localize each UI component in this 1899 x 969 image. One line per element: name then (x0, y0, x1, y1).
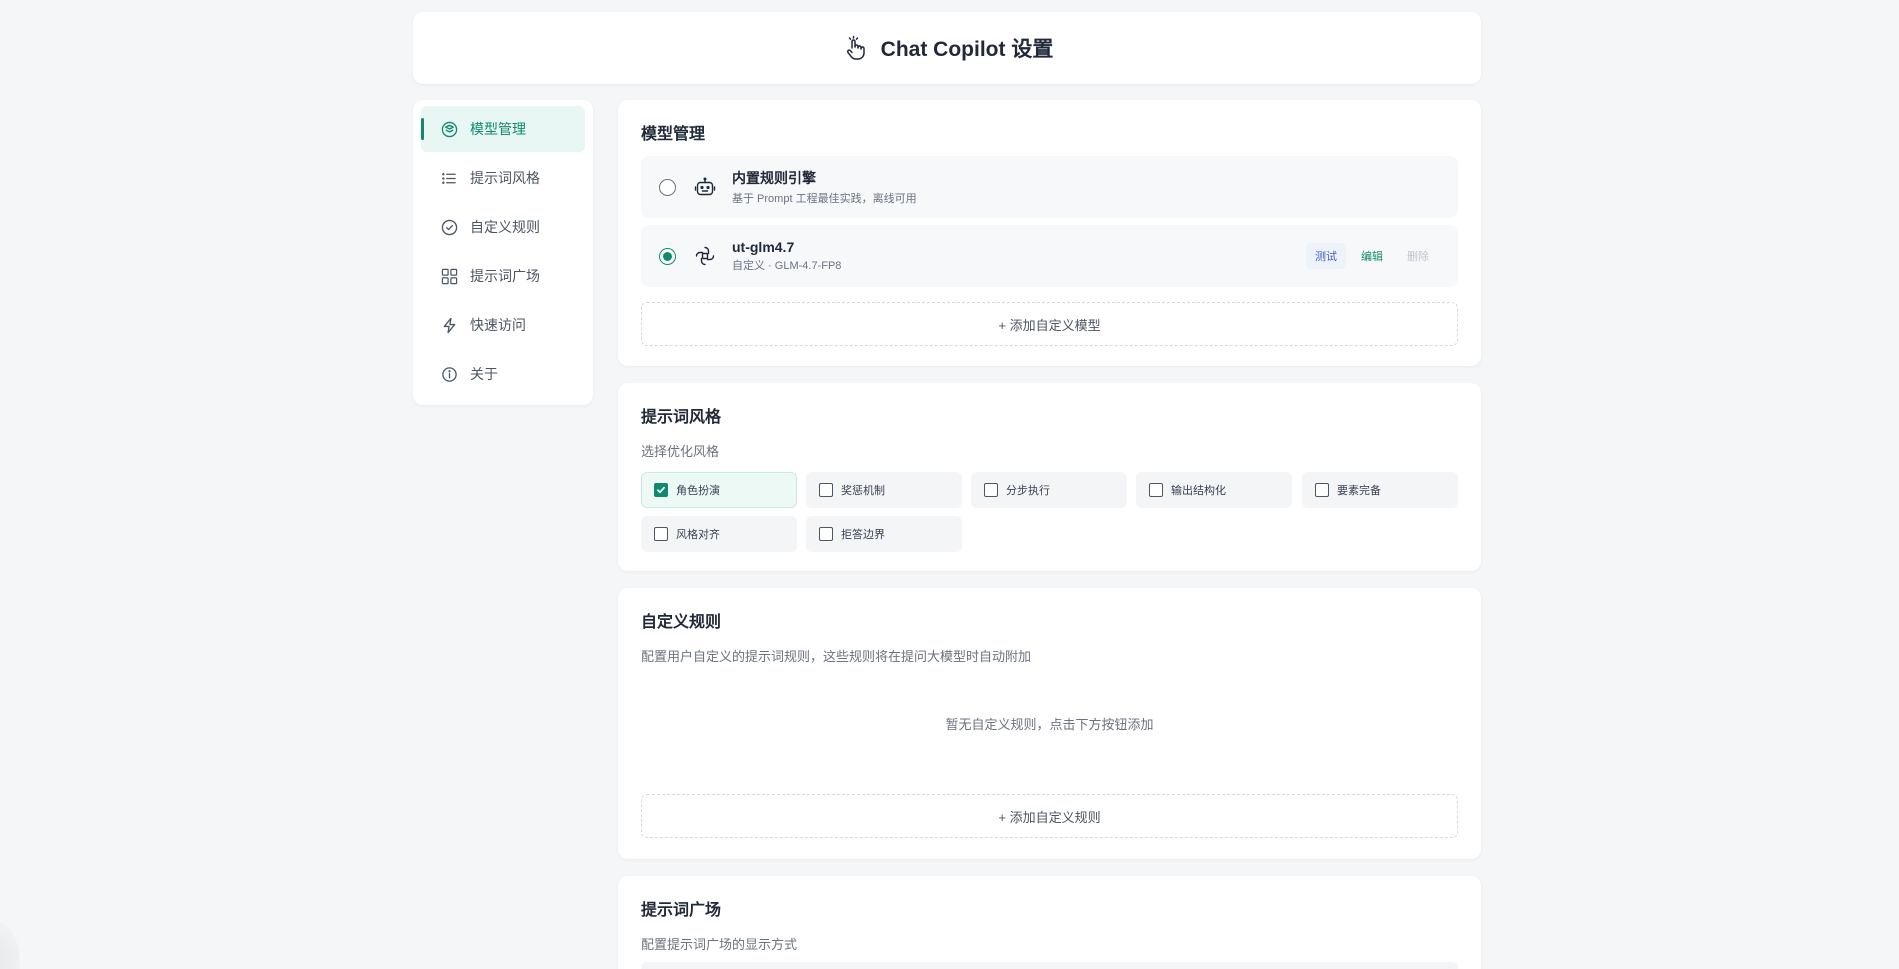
checkbox[interactable] (819, 527, 833, 541)
sidebar-item-quick-access[interactable]: 快速访问 (421, 302, 585, 348)
style-option-step-by-step[interactable]: 分步执行 (971, 472, 1127, 508)
checkbox[interactable] (984, 483, 998, 497)
model-management-section: 模型管理 内置规则引擎 基于 Prompt 工程最佳实践，离线可用 ut-glm… (618, 100, 1481, 366)
info-icon (442, 366, 457, 382)
style-option-label: 分步执行 (1006, 485, 1050, 497)
style-option-label: 输出结构化 (1171, 485, 1226, 497)
style-option-role-play[interactable]: 角色扮演 (641, 472, 797, 508)
style-option-complete-elements[interactable]: 要素完备 (1302, 472, 1458, 508)
style-option-label: 拒答边界 (841, 529, 885, 541)
check-circle-icon (441, 219, 458, 235)
model-radio[interactable] (659, 178, 676, 196)
list-icon (442, 172, 456, 184)
style-option-label: 奖惩机制 (841, 485, 885, 497)
corner-shadow (0, 920, 20, 969)
section-title: 提示词风格 (641, 409, 722, 426)
style-option-style-alignment[interactable]: 风格对齐 (641, 516, 797, 552)
style-option-reward-penalty[interactable]: 奖惩机制 (806, 472, 962, 508)
page-title: Chat Copilot 设置 (880, 38, 1054, 61)
tap-hand-icon (841, 34, 869, 62)
add-custom-rule-button[interactable]: + 添加自定义规则 (641, 794, 1458, 838)
sidebar-item-custom-rules[interactable]: 自定义规则 (421, 204, 585, 250)
sidebar-item-label: 提示词广场 (470, 268, 540, 284)
checkbox[interactable] (654, 527, 668, 541)
checkbox[interactable] (819, 483, 833, 497)
checkbox[interactable] (1149, 483, 1163, 497)
model-subtitle: 基于 Prompt 工程最佳实践，离线可用 (732, 193, 917, 205)
sidebar-item-prompt-square[interactable]: 提示词广场 (421, 253, 585, 299)
test-model-button[interactable]: 测试 (1306, 243, 1346, 269)
model-name: 内置规则引擎 (732, 170, 816, 186)
model-row-custom[interactable]: ut-glm4.7 自定义 · GLM-4.7-FP8 测试 编辑 删除 (641, 225, 1458, 287)
sidebar-item-label: 自定义规则 (470, 219, 540, 235)
checkbox[interactable] (654, 483, 668, 497)
section-description: 配置用户自定义的提示词规则，这些规则将在提问大模型时自动附加 (641, 649, 1032, 664)
model-name: ut-glm4.7 (732, 239, 795, 255)
model-subtitle: 自定义 · GLM-4.7-FP8 (732, 260, 842, 272)
prompt-style-section: 提示词风格 选择优化风格 角色扮演 奖惩机制 分步执行 输出结构化 要素完备 风… (618, 383, 1481, 571)
delete-model-button[interactable]: 删除 (1398, 243, 1438, 269)
sidebar-item-label: 模型管理 (470, 121, 526, 137)
settings-sidebar: 模型管理 提示词风格 自定义规则 提示词广场 快速访问 关于 (413, 100, 593, 405)
custom-rules-section: 自定义规则 配置用户自定义的提示词规则，这些规则将在提问大模型时自动附加 暂无自… (618, 588, 1481, 859)
model-radio[interactable] (659, 247, 676, 265)
style-option-label: 要素完备 (1337, 485, 1381, 497)
sidebar-item-label: 关于 (470, 366, 498, 382)
section-title: 提示词广场 (641, 902, 722, 919)
page-header: Chat Copilot 设置 (413, 12, 1481, 84)
section-title: 模型管理 (641, 126, 706, 143)
display-mode-option[interactable] (641, 962, 1458, 969)
bolt-icon (443, 317, 456, 333)
sidebar-item-prompt-style[interactable]: 提示词风格 (421, 155, 585, 201)
sidebar-item-label: 快速访问 (470, 317, 526, 333)
section-title: 自定义规则 (641, 614, 722, 631)
robot-icon (693, 175, 717, 199)
sidebar-item-model-management[interactable]: 模型管理 (421, 106, 585, 152)
section-subtitle: 选择优化风格 (641, 444, 720, 459)
sidebar-item-about[interactable]: 关于 (421, 351, 585, 397)
grid-icon (441, 268, 458, 284)
network-icon (693, 244, 717, 268)
layers-icon (441, 121, 458, 137)
add-custom-model-button[interactable]: + 添加自定义模型 (641, 302, 1458, 346)
prompt-square-section: 提示词广场 配置提示词广场的显示方式 (618, 876, 1481, 969)
model-row-builtin[interactable]: 内置规则引擎 基于 Prompt 工程最佳实践，离线可用 (641, 156, 1458, 218)
checkbox[interactable] (1315, 483, 1329, 497)
edit-model-button[interactable]: 编辑 (1352, 243, 1392, 269)
section-description: 配置提示词广场的显示方式 (641, 937, 798, 952)
style-option-label: 角色扮演 (676, 485, 720, 497)
sidebar-item-label: 提示词风格 (470, 170, 540, 186)
style-option-label: 风格对齐 (676, 529, 720, 541)
style-option-refusal-boundary[interactable]: 拒答边界 (806, 516, 962, 552)
style-option-structured-output[interactable]: 输出结构化 (1136, 472, 1292, 508)
empty-state-text: 暂无自定义规则，点击下方按钮添加 (945, 717, 1154, 732)
